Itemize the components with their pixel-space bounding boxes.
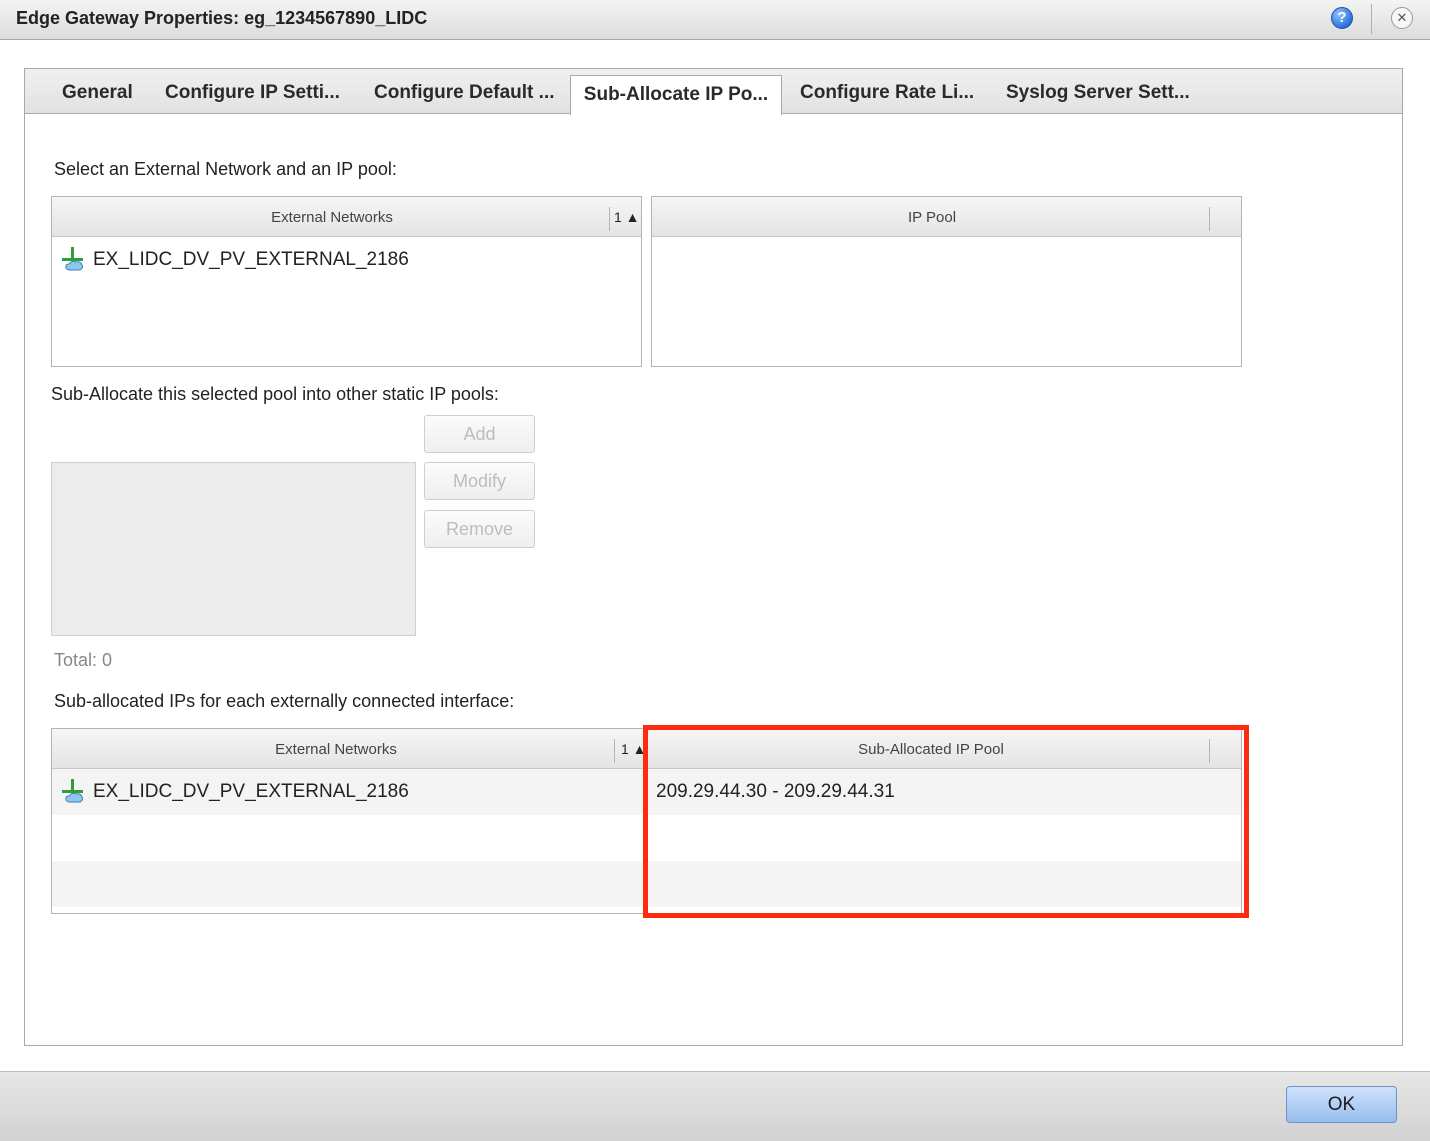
help-icon[interactable]: ? <box>1331 7 1353 29</box>
title-bar: Edge Gateway Properties: eg_1234567890_L… <box>0 0 1430 40</box>
tab-general[interactable]: General <box>62 69 133 113</box>
tab-configure-ip-settings[interactable]: Configure IP Setti... <box>165 69 340 113</box>
external-networks-grid-header[interactable]: External Networks 1 ▲ <box>52 197 641 237</box>
close-icon[interactable]: ✕ <box>1391 7 1413 29</box>
tab-configure-default-gateway[interactable]: Configure Default ... <box>374 69 555 113</box>
external-networks-grid: External Networks 1 ▲ EX_LIDC_DV_PV_EXTE… <box>51 196 642 367</box>
tab-sub-allocate-ip-pools[interactable]: Sub-Allocate IP Po... <box>570 75 782 115</box>
ip-pool-column-header[interactable]: IP Pool <box>652 209 1212 226</box>
modify-button[interactable]: Modify <box>424 462 535 500</box>
add-button[interactable]: Add <box>424 415 535 453</box>
total-count: Total: 0 <box>54 650 113 670</box>
select-network-label: Select an External Network and an IP poo… <box>54 159 397 179</box>
external-networks-column-header[interactable]: External Networks <box>52 209 612 226</box>
title-bar-divider <box>1371 4 1372 34</box>
column-divider <box>609 207 610 231</box>
sub-allocated-ips-label: Sub-allocated IPs for each externally co… <box>54 691 515 711</box>
ip-pool-grid-header[interactable]: IP Pool <box>652 197 1241 237</box>
external-network-name: EX_LIDC_DV_PV_EXTERNAL_2186 <box>93 249 409 270</box>
tab-syslog-server-settings[interactable]: Syslog Server Sett... <box>1006 69 1190 113</box>
tab-configure-rate-limits[interactable]: Configure Rate Li... <box>800 69 974 113</box>
sort-indicator[interactable]: 1 ▲ <box>614 209 640 225</box>
column-divider <box>1209 207 1210 231</box>
dialog-footer: OK <box>0 1071 1430 1141</box>
ok-button[interactable]: OK <box>1286 1086 1397 1123</box>
edge-gateway-properties-dialog: Edge Gateway Properties: eg_1234567890_L… <box>0 0 1430 1141</box>
sub-allocate-label: Sub-Allocate this selected pool into oth… <box>51 384 499 404</box>
dialog-title: Edge Gateway Properties: eg_1234567890_L… <box>16 8 428 28</box>
network-icon <box>62 247 84 271</box>
column-divider <box>614 739 615 763</box>
external-network-name: EX_LIDC_DV_PV_EXTERNAL_2186 <box>93 781 409 802</box>
remove-button[interactable]: Remove <box>424 510 535 548</box>
network-icon <box>62 779 84 803</box>
tab-bar: General Configure IP Setti... Configure … <box>25 69 1402 115</box>
ip-pool-grid: IP Pool <box>651 196 1242 367</box>
external-network-row[interactable]: EX_LIDC_DV_PV_EXTERNAL_2186 <box>52 237 641 283</box>
static-ip-pools-list[interactable] <box>51 462 416 636</box>
highlight-box <box>643 725 1249 918</box>
external-networks-column-header[interactable]: External Networks <box>52 741 620 758</box>
